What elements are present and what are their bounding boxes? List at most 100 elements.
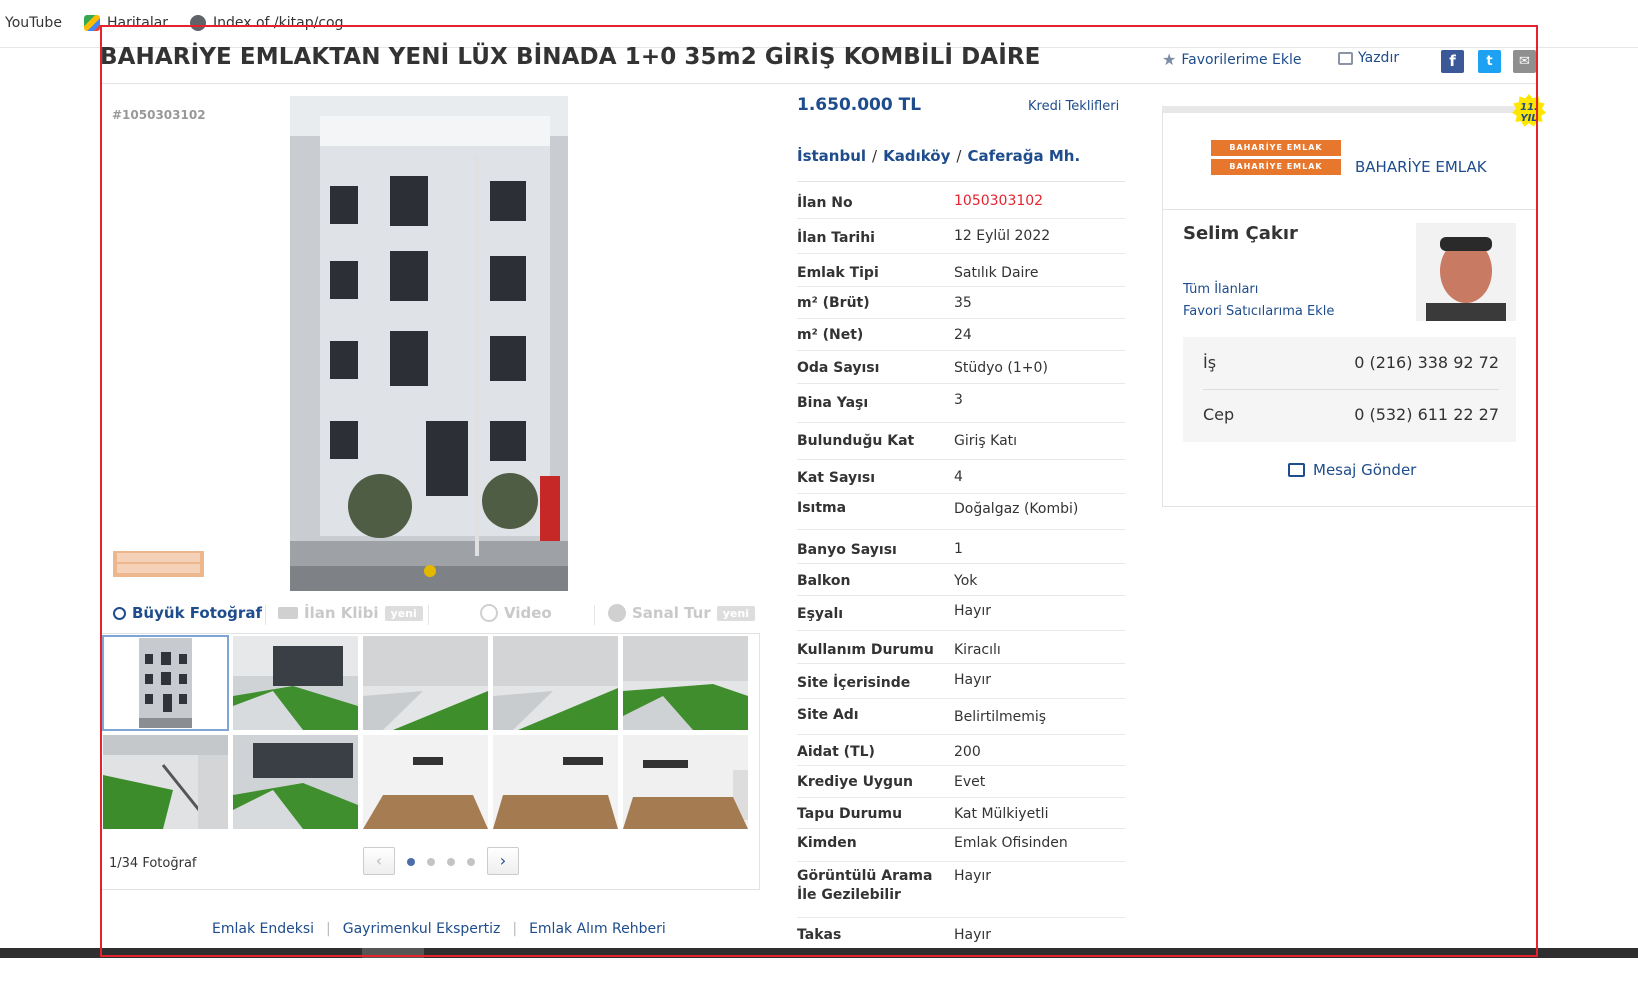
credit-offers-link[interactable]: Kredi Teklifleri <box>1028 99 1119 114</box>
main-photo[interactable] <box>290 96 568 591</box>
twitter-icon[interactable]: t <box>1478 50 1501 73</box>
thumbnail[interactable] <box>363 636 488 730</box>
detail-value: Emlak Ofisinden <box>954 835 1068 851</box>
store-name[interactable]: BAHARİYE EMLAK <box>1355 158 1487 176</box>
bookmark-youtube[interactable]: YouTube <box>5 15 62 31</box>
detail-key: m² (Brüt) <box>797 295 870 311</box>
next-thumbs-button[interactable]: › <box>487 847 519 875</box>
play-icon <box>480 604 498 622</box>
thumbnail-gallery: 1/34 Fotoğraf ‹ › <box>100 633 760 890</box>
detail-key: Banyo Sayısı <box>797 542 897 558</box>
listing-clip-button[interactable]: İlan Klibi yeni <box>278 604 423 622</box>
detail-row: Krediye Uygun Evet <box>797 766 1125 798</box>
photo-count: 1/34 Fotoğraf <box>109 856 197 871</box>
price: 1.650.000 TL <box>797 95 922 115</box>
detail-key: Site İçerisinde <box>797 675 911 691</box>
tour-icon <box>608 604 626 622</box>
pager-dot[interactable] <box>467 858 475 866</box>
thumbnail[interactable] <box>623 636 748 730</box>
detail-value: 3 <box>954 392 963 408</box>
detail-row: Site Adı Belirtilmemiş <box>797 699 1125 735</box>
pager-dot[interactable] <box>447 858 455 866</box>
video-label: Video <box>504 604 552 622</box>
phone-work[interactable]: İş 0 (216) 338 92 72 <box>1203 353 1499 372</box>
detail-key: Görüntülü Arama İle Gezilebilir <box>797 868 933 903</box>
detail-row: Görüntülü Arama İle Gezilebilir Hayır <box>797 862 1125 918</box>
detail-key: Tapu Durumu <box>797 806 903 822</box>
prev-thumbs-button[interactable]: ‹ <box>363 847 395 875</box>
send-message-button[interactable]: Mesaj Gönder <box>1288 461 1416 479</box>
store-logo[interactable]: BAHARİYE EMLAK BAHARİYE EMLAK <box>1211 140 1341 178</box>
thumbnail[interactable] <box>623 735 748 829</box>
detail-key: İlan Tarihi <box>797 230 875 246</box>
scrollbar-thumb[interactable] <box>362 948 424 958</box>
detail-key: Balkon <box>797 573 851 589</box>
thumbnail[interactable] <box>233 735 358 829</box>
detail-value: 1050303102 <box>954 193 1044 209</box>
detail-value: 1 <box>954 541 963 557</box>
big-photo-button[interactable]: Büyük Fotoğraf <box>113 604 262 622</box>
footer-link-alim-rehberi[interactable]: Emlak Alım Rehberi <box>529 921 666 937</box>
breadcrumb-city[interactable]: İstanbul <box>797 147 866 165</box>
detail-key: Eşyalı <box>797 606 844 622</box>
maps-icon <box>84 15 100 31</box>
message-icon <box>1288 463 1305 477</box>
facebook-icon[interactable]: f <box>1441 50 1464 73</box>
bookmark-label: Haritalar <box>107 15 169 31</box>
detail-row: Banyo Sayısı 1 <box>797 530 1125 564</box>
add-favorite-seller-link[interactable]: Favori Satıcılarıma Ekle <box>1183 304 1334 319</box>
phone-mobile[interactable]: Cep 0 (532) 611 22 27 <box>1203 405 1499 424</box>
pager-dot[interactable] <box>427 858 435 866</box>
bookmark-index[interactable]: Index of /kitap/cog... <box>190 15 357 31</box>
detail-row: Takas Hayır <box>797 918 1125 948</box>
detail-row: İlan Tarihi 12 Eylül 2022 <box>797 219 1125 254</box>
footer-link-emlak-endeksi[interactable]: Emlak Endeksi <box>212 921 314 937</box>
detail-value: Hayır <box>954 868 992 884</box>
thumbnail[interactable] <box>233 636 358 730</box>
detail-value: Hayır <box>954 603 992 619</box>
thumbnail[interactable] <box>363 735 488 829</box>
detail-row: Kat Sayısı 4 <box>797 460 1125 494</box>
mail-icon[interactable]: ✉ <box>1513 50 1536 73</box>
all-listings-link[interactable]: Tüm İlanları <box>1183 282 1258 297</box>
detail-key: Takas <box>797 927 842 943</box>
pager-dot[interactable] <box>407 858 415 866</box>
detail-key: Oda Sayısı <box>797 360 880 376</box>
bookmark-maps[interactable]: Haritalar <box>84 15 168 31</box>
footer-separator: | <box>512 921 518 937</box>
globe-icon <box>190 15 206 31</box>
footer-link-ekspertiz[interactable]: Gayrimenkul Ekspertiz <box>343 921 501 937</box>
detail-value: Kiracılı <box>954 642 1001 658</box>
star-icon: ★ <box>1162 50 1177 69</box>
detail-row: Oda Sayısı Stüdyo (1+0) <box>797 351 1125 384</box>
detail-value: Stüdyo (1+0) <box>954 360 1048 376</box>
seller-divider <box>1163 209 1537 210</box>
detail-key: Bina Yaşı <box>797 395 869 411</box>
breadcrumb-district[interactable]: Kadıköy <box>883 147 950 165</box>
thumbnail[interactable] <box>493 636 618 730</box>
thumbnail[interactable] <box>493 735 618 829</box>
detail-value: Belirtilmemiş <box>954 709 1047 725</box>
virtual-tour-button[interactable]: Sanal Tur yeni <box>608 604 755 622</box>
listing-title: BAHARİYE EMLAKTAN YENİ LÜX BİNADA 1+0 35… <box>100 44 1041 70</box>
chevron-left-icon: ‹ <box>375 851 383 870</box>
send-message-label: Mesaj Gönder <box>1313 461 1417 479</box>
thumbnail[interactable] <box>103 735 228 829</box>
add-favorite-link[interactable]: ★ Favorilerime Ekle <box>1162 50 1302 69</box>
detail-key: Bulunduğu Kat <box>797 433 915 449</box>
location-breadcrumb: İstanbul / Kadıköy / Caferağa Mh. <box>797 147 1081 165</box>
detail-row: Kimden Emlak Ofisinden <box>797 829 1125 862</box>
detail-row: m² (Brüt) 35 <box>797 287 1125 319</box>
bookmarks-bar: YouTube Haritalar Index of /kitap/cog... <box>0 0 1638 48</box>
detail-row: Eşyalı Hayır <box>797 596 1125 631</box>
print-link[interactable]: Yazdır <box>1338 50 1399 66</box>
detail-row: İlan No 1050303102 <box>797 182 1125 219</box>
thumbnail[interactable] <box>102 635 229 731</box>
phone-type: Cep <box>1203 405 1235 424</box>
breadcrumb-neighborhood[interactable]: Caferağa Mh. <box>967 147 1080 165</box>
footer-separator: | <box>326 921 331 937</box>
video-button[interactable]: Video <box>480 604 552 622</box>
horizontal-scrollbar[interactable] <box>0 948 1638 958</box>
video-camera-icon <box>278 607 298 619</box>
media-separator <box>265 605 266 625</box>
